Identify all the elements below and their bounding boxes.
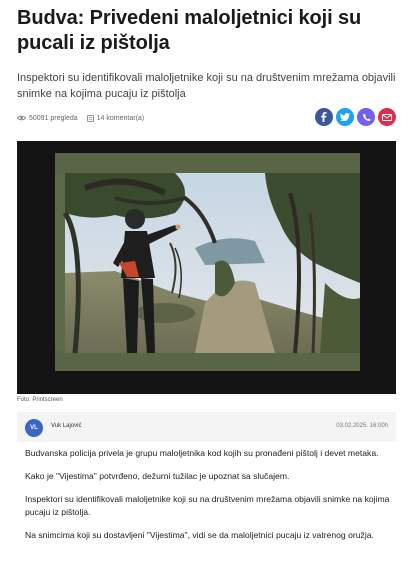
article-title: Budva: Privedeni maloljetnici koji su pu… — [17, 7, 362, 54]
author-avatar[interactable]: VL — [25, 419, 43, 437]
comments-count: 14 komentar(a) — [96, 114, 145, 122]
facebook-icon — [321, 112, 327, 122]
article-lead: Inspektori su identifikovali maloljetnik… — [17, 72, 396, 100]
views-counter: 50091 pregleda — [17, 115, 78, 122]
publish-date: 03.02.2025. 16:00h — [336, 423, 388, 429]
views-count: 50091 pregleda — [29, 114, 78, 122]
comments-counter[interactable]: 14 komentar(a) — [86, 114, 145, 122]
viber-icon — [362, 113, 370, 121]
article-paragraph: Inspektori su identifikovali maloljetnik… — [25, 494, 390, 517]
facebook-share-button[interactable] — [315, 108, 333, 126]
article-body: Budvanska policija privela je grupu malo… — [25, 447, 395, 552]
article-paragraph: Na snimcima koji su dostavljeni "Vijesti… — [25, 530, 374, 540]
email-share-button[interactable] — [378, 108, 396, 126]
scene-illustration — [55, 153, 360, 371]
photo-caption: Foto: Printscreen — [17, 397, 63, 403]
author-byline: VL Vuk Lajović 03.02.2025. 16:00h — [17, 412, 396, 442]
twitter-share-button[interactable] — [336, 108, 354, 126]
author-name[interactable]: Vuk Lajović — [51, 423, 81, 429]
share-buttons — [315, 108, 396, 126]
article: Budva: Privedeni maloljetnici koji su pu… — [0, 0, 411, 583]
viber-share-button[interactable] — [357, 108, 375, 126]
article-paragraph: Budvanska policija privela je grupu malo… — [25, 448, 379, 458]
article-meta: 50091 pregleda 14 komentar(a) — [17, 112, 153, 124]
article-photo[interactable] — [17, 141, 396, 394]
comment-icon — [86, 114, 94, 122]
email-icon — [382, 113, 392, 121]
video-frame-image — [55, 153, 360, 371]
article-paragraph: Kako je "Vijestima" potvrđeno, dežurni t… — [25, 471, 290, 481]
eye-icon — [17, 115, 26, 121]
twitter-icon — [340, 113, 350, 121]
